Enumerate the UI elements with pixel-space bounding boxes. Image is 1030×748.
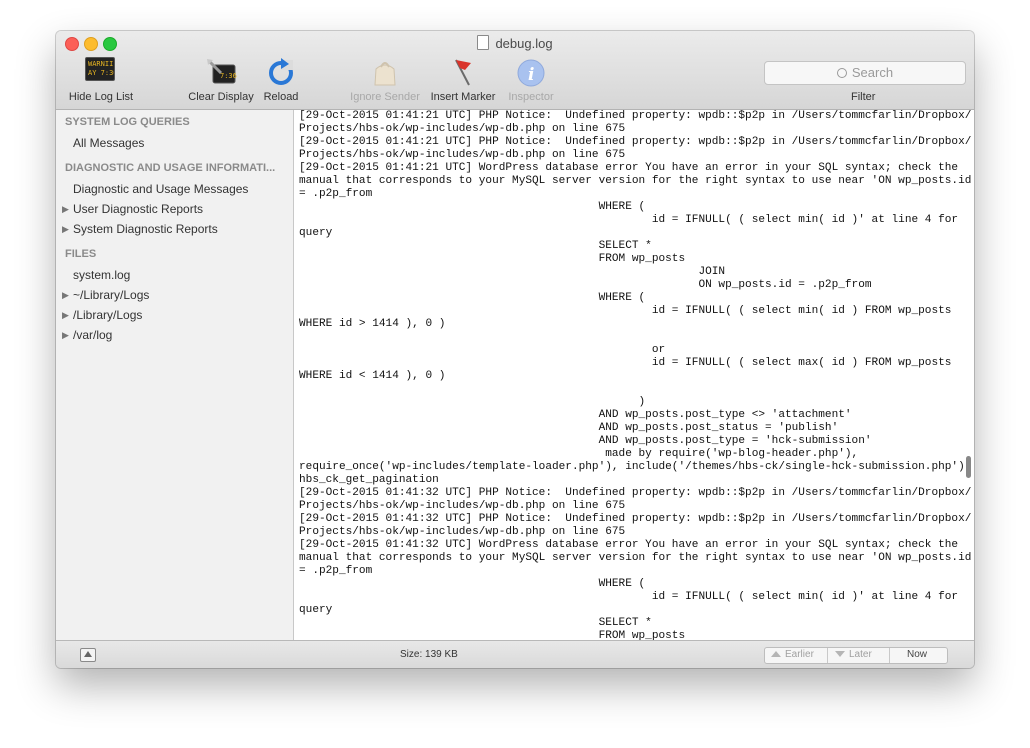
search-icon <box>836 68 847 78</box>
sidebar-item-var-log[interactable]: /var/log <box>73 328 112 342</box>
triangle-down-icon <box>835 651 845 657</box>
segment-divider <box>889 648 890 663</box>
section-header-files: FILES <box>65 248 97 260</box>
reload-button[interactable]: Reload <box>264 57 298 103</box>
console-window: debug.log WARNII AY 7:36 Hide Log List 7… <box>56 31 974 668</box>
disclosure-triangle-icon[interactable]: ▶ <box>62 330 69 341</box>
disclosure-triangle-icon[interactable]: ▶ <box>62 290 69 301</box>
ignore-sender-button[interactable]: Ignore Sender <box>350 57 420 103</box>
disclosure-triangle-icon[interactable]: ▶ <box>62 310 69 321</box>
earlier-button[interactable]: Earlier <box>771 649 814 660</box>
sidebar-item-user-library-logs[interactable]: ~/Library/Logs <box>73 288 149 302</box>
size-label: Size: 139 KB <box>400 649 458 660</box>
sidebar-item-user-reports[interactable]: User Diagnostic Reports <box>73 202 203 216</box>
disclosure-triangle-icon[interactable]: ▶ <box>62 204 69 215</box>
navigation-segmented-control: Earlier Later Now <box>764 647 948 664</box>
section-header-diagnostic: DIAGNOSTIC AND USAGE INFORMATI... <box>65 162 276 174</box>
svg-text:i: i <box>528 65 534 85</box>
disclosure-triangle-icon[interactable]: ▶ <box>62 224 69 235</box>
triangle-up-icon <box>84 651 92 657</box>
clear-display-button[interactable]: 7:36 Clear Display <box>188 57 254 103</box>
inspector-button[interactable]: i Inspector <box>508 57 554 103</box>
toolbar: debug.log WARNII AY 7:36 Hide Log List 7… <box>56 31 974 110</box>
sidebar-item-library-logs[interactable]: /Library/Logs <box>73 308 142 322</box>
broom-icon: 7:36 <box>205 57 237 87</box>
bag-icon <box>369 57 401 87</box>
triangle-up-icon <box>771 651 781 657</box>
section-header-system-log-queries: SYSTEM LOG QUERIES <box>65 116 190 128</box>
document-icon <box>477 35 490 50</box>
now-button[interactable]: Now <box>907 649 927 660</box>
show-sidebar-button[interactable] <box>80 648 96 662</box>
console-icon: WARNII AY 7:36 <box>85 57 117 87</box>
insert-marker-button[interactable]: Insert Marker <box>431 57 495 103</box>
search-input[interactable]: Search <box>764 61 966 85</box>
flag-icon <box>447 57 479 87</box>
hide-log-list-button[interactable]: WARNII AY 7:36 Hide Log List <box>69 57 133 103</box>
filter-label: Filter <box>851 91 876 103</box>
window-title: debug.log <box>56 35 974 51</box>
log-text: [29-Oct-2015 01:41:21 UTC] PHP Notice: U… <box>299 110 972 640</box>
info-icon: i <box>515 57 547 87</box>
reload-icon <box>265 57 297 87</box>
sidebar-item-system-log[interactable]: system.log <box>73 268 130 282</box>
scrollbar-thumb[interactable] <box>966 456 971 478</box>
log-view[interactable]: [29-Oct-2015 01:41:21 UTC] PHP Notice: U… <box>294 110 974 640</box>
sidebar-item-all-messages[interactable]: All Messages <box>73 136 144 150</box>
svg-text:7:36: 7:36 <box>220 72 237 80</box>
status-bar: Size: 139 KB Earlier Later Now <box>56 640 974 668</box>
sidebar-item-system-reports[interactable]: System Diagnostic Reports <box>73 222 218 236</box>
later-button[interactable]: Later <box>835 649 872 660</box>
sidebar-item-diagnostic-messages[interactable]: Diagnostic and Usage Messages <box>73 182 248 196</box>
segment-divider <box>827 648 828 663</box>
sidebar: SYSTEM LOG QUERIES All Messages DIAGNOST… <box>56 110 294 640</box>
